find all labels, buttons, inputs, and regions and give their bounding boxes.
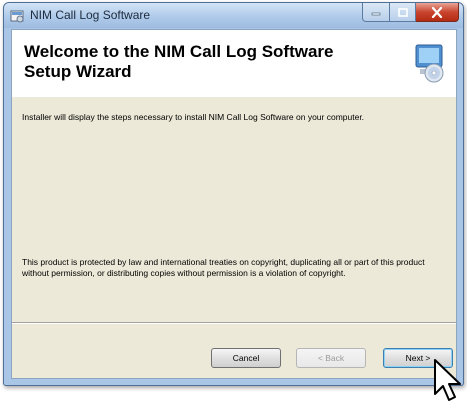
back-button[interactable]: < Back [296, 348, 366, 368]
installer-icon [10, 10, 24, 23]
caption-buttons [362, 3, 459, 22]
window-title: NIM Call Log Software [30, 8, 151, 22]
title-bar[interactable]: NIM Call Log Software [4, 3, 463, 28]
wizard-dialog: Welcome to the NIM Call Log Software Set… [11, 29, 457, 379]
close-icon [431, 6, 443, 18]
wizard-header: Welcome to the NIM Call Log Software Set… [12, 30, 456, 97]
computer-cd-icon [415, 44, 444, 83]
maximize-icon [397, 7, 408, 17]
copyright-notice: This product is protected by law and int… [22, 257, 425, 278]
maximize-button[interactable] [390, 3, 416, 22]
cancel-button[interactable]: Cancel [211, 348, 281, 368]
header-divider [12, 96, 456, 97]
installer-window: NIM Call Log Software Welcome to the NIM… [3, 2, 464, 386]
intro-text: Installer will display the steps necessa… [22, 112, 365, 122]
minimize-icon [371, 12, 381, 16]
close-button[interactable] [416, 3, 459, 22]
mouse-pointer-icon [434, 359, 461, 401]
button-area-divider [12, 322, 456, 324]
minimize-button[interactable] [362, 3, 390, 22]
page-title: Welcome to the NIM Call Log Software Set… [24, 42, 334, 81]
